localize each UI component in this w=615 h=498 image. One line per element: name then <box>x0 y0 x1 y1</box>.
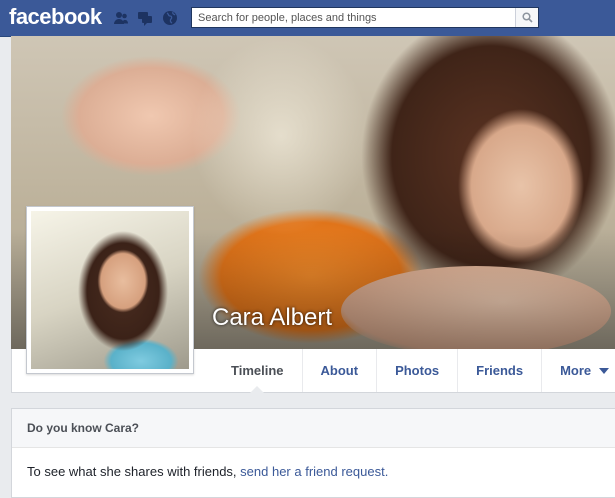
search-icon <box>521 12 533 23</box>
profile-photo-image <box>31 211 189 369</box>
friend-requests-icon[interactable] <box>113 10 129 26</box>
tab-timeline[interactable]: Timeline <box>213 349 303 393</box>
profile-picture[interactable] <box>26 206 194 374</box>
chevron-down-icon <box>599 367 610 374</box>
profile-name[interactable]: Cara Albert <box>212 304 332 332</box>
card-title: Do you know Cara? <box>12 409 615 448</box>
send-friend-request-link[interactable]: send her a friend request. <box>240 464 388 479</box>
tab-photos-label: Photos <box>395 363 440 378</box>
notifications-globe-icon[interactable] <box>162 10 178 26</box>
search-box <box>191 7 539 28</box>
cover-light <box>191 36 371 236</box>
tab-more-label: More <box>560 363 592 378</box>
search-input[interactable] <box>192 8 520 27</box>
tab-friends-label: Friends <box>476 363 524 378</box>
tab-about-label: About <box>320 363 359 378</box>
tab-photos[interactable]: Photos <box>377 349 459 392</box>
facebook-logo[interactable]: facebook <box>9 4 102 30</box>
timeline-tabs: Timeline About Photos Friends More <box>213 349 615 393</box>
tab-timeline-label: Timeline <box>231 363 284 378</box>
tab-more[interactable]: More <box>542 349 615 392</box>
card-body: To see what she shares with friends, sen… <box>12 448 615 495</box>
do-you-know-card: Do you know Cara? To see what she shares… <box>11 408 615 498</box>
card-text: To see what she shares with friends, <box>27 464 241 479</box>
tab-about[interactable]: About <box>303 349 378 392</box>
search-button[interactable] <box>515 8 538 27</box>
messages-icon[interactable] <box>137 10 153 26</box>
tab-friends[interactable]: Friends <box>458 349 543 392</box>
top-navigation-bar: facebook <box>0 0 615 37</box>
